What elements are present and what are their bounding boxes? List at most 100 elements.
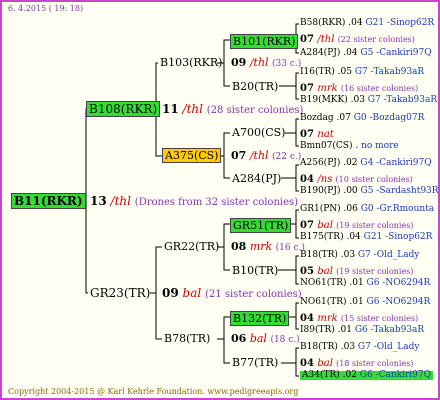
dam-mating-info: 11 /thl (28 sister colonies) bbox=[162, 103, 303, 116]
g5-ancestor-tail: G0 -Bozdag07R bbox=[353, 113, 425, 123]
g5-ancestor-line[interactable]: B18(TR) .03 G7 -Old_Lady bbox=[300, 251, 419, 260]
g5-info: (22 sister colonies) bbox=[337, 35, 415, 44]
g5-ancestor-tail: G7 -Old_Lady bbox=[357, 250, 420, 260]
g5-ancestor-tail: G6 -Cankiri97Q bbox=[359, 370, 432, 380]
g5-info: (19 sister colonies) bbox=[336, 267, 414, 276]
g5-ancestor-line[interactable]: I89(TR) .01 G6 -Takab93aR bbox=[300, 326, 424, 335]
g5-ancestor-name: B175(TR) .04 bbox=[300, 232, 364, 242]
g3-breed-2: /thl bbox=[249, 149, 269, 162]
g3-queen-3[interactable]: GR22(TR) bbox=[164, 241, 219, 252]
g4-queen-7[interactable]: B132(TR) bbox=[230, 311, 290, 326]
g5-year: 07 bbox=[300, 220, 318, 231]
root-mating-info: 13 /thl (Drones from 32 sister colonies) bbox=[90, 195, 298, 208]
g5-ancestor-tail: G6 -NO6294R bbox=[366, 297, 431, 307]
g3-year-3: 08 bbox=[231, 240, 247, 253]
g5-ancestor-line[interactable]: B175(TR) .04 G21 -Sinop62R bbox=[300, 233, 432, 242]
g5-ancestor-name: A284(PJ) .04 bbox=[300, 48, 361, 58]
g5-ancestor-name: Bozdag .07 bbox=[300, 113, 354, 123]
g5-ancestor-line[interactable]: B19(MKK) .03 G7 -Takab93aR bbox=[300, 96, 437, 105]
g4-queen-8[interactable]: B77(TR) bbox=[232, 357, 278, 368]
g3-year-2: 07 bbox=[231, 149, 247, 162]
g5-ancestor-name: B58(RKR) .04 bbox=[300, 18, 366, 28]
g5-ancestor-line[interactable]: B58(RKR) .04 G21 -Sinop62R bbox=[300, 19, 434, 28]
g5-ancestor-tail: G6 -Takab93aR bbox=[354, 325, 425, 335]
g5-ancestor-line[interactable]: B18(TR) .03 G7 -Old_Lady bbox=[300, 343, 419, 352]
g5-mating-line: 07 /thl (22 sister colonies) bbox=[300, 35, 415, 45]
g3-queen-1[interactable]: B103(RKR) bbox=[160, 57, 222, 68]
g4-queen-2[interactable]: B20(TR) bbox=[232, 81, 278, 92]
g5-mating-line: 07 mrk (16 sister colonies) bbox=[300, 84, 418, 94]
g5-breed: bal bbox=[317, 220, 337, 231]
g5-breed: bal bbox=[317, 266, 337, 277]
g5-ancestor-name: B19(MKK) .03 bbox=[300, 95, 368, 105]
g5-ancestor-tail: no more bbox=[361, 141, 399, 151]
dam-breed: /thl bbox=[182, 102, 203, 116]
g5-year: 07 bbox=[300, 129, 318, 140]
g5-ancestor-tail: G7 -Takab93aR bbox=[354, 67, 425, 77]
pedigree-frame: 6. 4.2015 ( 19: 18) Copyright 2004-2015 … bbox=[0, 0, 440, 400]
g5-ancestor-line[interactable]: B190(PJ) .00 G5 -Sardasht93R bbox=[300, 186, 438, 196]
g5-breed: /thl bbox=[317, 34, 338, 45]
sire-year: 09 bbox=[162, 286, 179, 300]
g5-mating-line: 07 bal (19 sister colonies) bbox=[300, 221, 413, 231]
g5-ancestor-line[interactable]: A256(PJ) .02 G4 -Cankiri97Q bbox=[300, 159, 432, 168]
g5-breed: mrk bbox=[317, 83, 341, 94]
g5-ancestor-line[interactable]: A284(PJ) .04 G5 -Cankiri97Q bbox=[300, 49, 432, 58]
g3-year-4: 06 bbox=[231, 332, 247, 345]
dam-queen[interactable]: B108(RKR) bbox=[86, 101, 161, 117]
g3-queen-2[interactable]: A375(CS) bbox=[162, 148, 222, 163]
g5-ancestor-line[interactable]: NO61(TR) .01 G6 -NO6294R bbox=[300, 298, 430, 307]
g5-breed: nat bbox=[317, 129, 334, 140]
g5-ancestor-tail: G5 -Cankiri97Q bbox=[360, 48, 432, 58]
g5-ancestor-name: I16(TR) .05 bbox=[300, 67, 355, 77]
g5-ancestor-line[interactable]: A34(TR) .02 G6 -Cankiri97Q bbox=[300, 370, 434, 380]
g5-year: 05 bbox=[300, 266, 318, 277]
g5-ancestor-name: NO61(TR) .01 bbox=[300, 297, 367, 307]
g5-ancestor-line[interactable]: Bozdag .07 G0 -Bozdag07R bbox=[300, 114, 424, 123]
g3-breed-4: bal bbox=[249, 332, 267, 345]
g3-mating-4: 06 bal (18 c.) bbox=[231, 333, 300, 345]
g5-ancestor-name: GR1(PN) .06 bbox=[300, 204, 361, 214]
g3-info-4: (18 c.) bbox=[270, 335, 300, 345]
g5-ancestor-name: A34(TR) .02 bbox=[302, 370, 360, 380]
g5-ancestor-tail: G21 -Sinop62R bbox=[363, 232, 433, 242]
g4-queen-6[interactable]: B10(TR) bbox=[232, 265, 278, 276]
root-year: 13 bbox=[90, 194, 107, 208]
g5-ancestor-tail: G6 -NO6294R bbox=[366, 278, 431, 288]
g5-year: 07 bbox=[300, 83, 318, 94]
dam-year: 11 bbox=[162, 102, 179, 116]
sire-queen[interactable]: GR23(TR) bbox=[90, 287, 150, 299]
g5-ancestor-line[interactable]: NO61(TR) .01 G6 -NO6294R bbox=[300, 279, 430, 288]
g5-ancestor-name: NO61(TR) .01 bbox=[300, 278, 367, 288]
g5-info: (18 sister colonies) bbox=[336, 359, 414, 368]
g5-breed: mrk bbox=[317, 313, 341, 324]
g3-info-2: (22 c.) bbox=[272, 152, 302, 162]
g5-mating-line: 04 /ns (10 sister colonies) bbox=[300, 175, 413, 185]
g3-year-1: 09 bbox=[231, 56, 247, 69]
g4-queen-1[interactable]: B101(RKR) bbox=[230, 34, 299, 49]
g3-info-1: (33 c.) bbox=[272, 59, 302, 69]
g5-ancestor-line[interactable]: GR1(PN) .06 G0 -Gr.Rmounta bbox=[300, 205, 434, 214]
copyright-footer: Copyright 2004-2015 @ Karl Kehrle Founda… bbox=[8, 387, 299, 396]
root-queen[interactable]: B11(RKR) bbox=[11, 193, 86, 209]
g5-ancestor-tail: G0 -Gr.Rmounta bbox=[360, 204, 435, 214]
g5-ancestor-line[interactable]: I16(TR) .05 G7 -Takab93aR bbox=[300, 68, 424, 77]
g4-queen-4[interactable]: A284(PJ) bbox=[232, 173, 281, 184]
root-breed: /thl bbox=[110, 194, 131, 208]
g5-ancestor-name: A256(PJ) .02 bbox=[300, 158, 361, 168]
g5-ancestor-name: Bmn07(CS) . bbox=[300, 141, 362, 151]
g5-year: 04 bbox=[300, 174, 318, 185]
g3-mating-2: 07 /thl (22 c.) bbox=[231, 150, 301, 162]
g5-ancestor-name: B190(PJ) .00 bbox=[300, 186, 361, 196]
g4-queen-3[interactable]: A700(CS) bbox=[232, 127, 285, 138]
g3-mating-1: 09 /thl (33 c.) bbox=[231, 57, 301, 69]
g5-mating-line: 04 bal (18 sister colonies) bbox=[300, 359, 413, 369]
g3-queen-4[interactable]: B78(TR) bbox=[164, 333, 210, 344]
g4-queen-5[interactable]: GR51(TR) bbox=[230, 218, 292, 233]
g5-mating-line: 04 mrk (15 sister colonies) bbox=[300, 314, 418, 324]
g5-breed: /ns bbox=[317, 174, 336, 185]
g5-ancestor-line[interactable]: Bmn07(CS) . no more bbox=[300, 142, 399, 151]
sire-info: (21 sister colonies) bbox=[205, 289, 302, 300]
g5-info: (10 sister colonies) bbox=[335, 175, 413, 184]
sire-breed: bal bbox=[182, 286, 202, 300]
